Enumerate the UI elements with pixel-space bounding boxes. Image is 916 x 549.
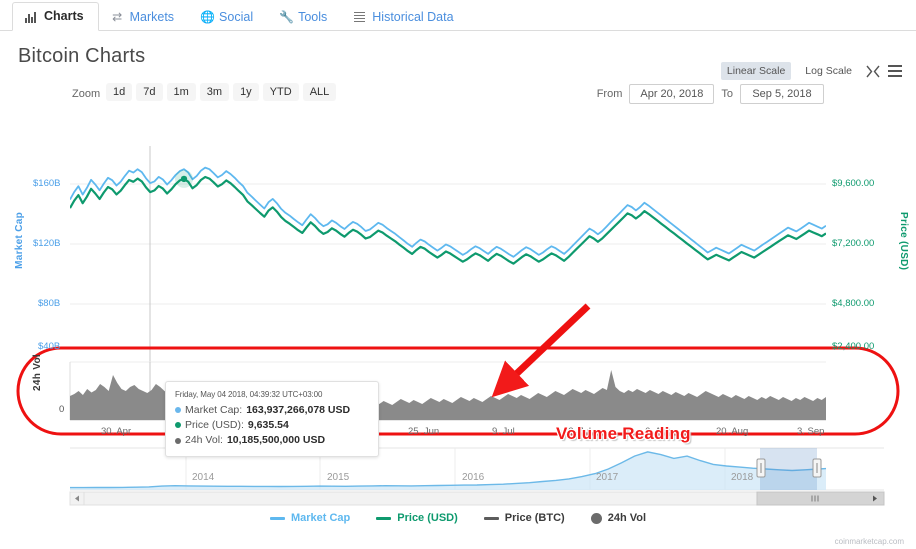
navigator-year-2018: 2018 <box>731 472 754 483</box>
bar-chart-icon <box>25 10 38 23</box>
legend-item-price-btc[interactable]: Price (BTC) <box>483 512 565 524</box>
to-date-input[interactable]: Sep 5, 2018 <box>740 84 824 104</box>
exchange-arrows-icon: ⇄ <box>112 9 123 24</box>
right-axis-tick-7200: $7,200.00 <box>832 238 875 249</box>
scrollbar-thumb <box>756 491 885 506</box>
document-lines-icon <box>353 11 366 24</box>
navigator-scrollbar <box>69 491 885 506</box>
log-scale-button[interactable]: Log Scale <box>799 62 858 80</box>
zoom-button-1d[interactable]: 1d <box>106 83 133 101</box>
tooltip-row-market-cap: Market Cap: 163,937,266,078 USD <box>175 403 369 418</box>
left-axis-tick-40b: $40B <box>38 341 61 352</box>
x-tick-0: 30. Apr <box>101 426 132 437</box>
watermark: coinmarketcap.com <box>834 537 904 546</box>
chart-tooltip: Friday, May 04 2018, 04:39:32 UTC+03:00 … <box>165 381 379 458</box>
legend-label-24h-vol: 24h Vol <box>607 512 647 524</box>
legend-line-icon-price-usd <box>376 516 392 520</box>
legend-line-icon-price-btc <box>483 516 499 520</box>
zoom-button-all[interactable]: ALL <box>302 83 337 101</box>
tooltip-market-cap-label: Market Cap: <box>185 403 243 416</box>
legend-label-market-cap: Market Cap <box>290 512 351 524</box>
hamburger-menu-icon[interactable] <box>888 64 902 78</box>
legend-line-icon-market-cap <box>269 516 285 520</box>
right-axis-tick-9600: $9,600.00 <box>832 178 875 189</box>
tab-charts[interactable]: Charts <box>12 2 99 31</box>
x-tick-9: 3. Sep <box>797 426 825 437</box>
tab-tools-label: Tools <box>298 10 328 24</box>
zoom-button-1y[interactable]: 1y <box>233 83 259 101</box>
legend-label-price-usd: Price (USD) <box>397 512 458 524</box>
volume-axis-tick-zero: 0 <box>59 404 65 415</box>
tab-markets-label: Markets <box>129 10 175 24</box>
chart-legend: Market Cap Price (USD) Price (BTC) 24h V… <box>0 512 916 524</box>
from-date-input[interactable]: Apr 20, 2018 <box>629 84 715 104</box>
tooltip-price-value: 9,635.54 <box>247 418 289 431</box>
legend-circle-icon-24h-vol <box>590 512 602 524</box>
volume-axis-title: 24h Vol <box>32 354 43 391</box>
date-range-inputs: From Apr 20, 2018 To Sep 5, 2018 <box>597 84 824 104</box>
tab-historical-data[interactable]: Historical Data <box>341 4 467 31</box>
legend-label-price-btc: Price (BTC) <box>504 512 565 524</box>
main-tab-bar: Charts ⇄ Markets 🌐 Social 🔧 Tools Histor… <box>0 0 916 31</box>
globe-icon: 🌐 <box>200 9 215 24</box>
chart-area[interactable]: Market Cap Price (USD) 24h Vol $160B $12… <box>0 136 916 521</box>
zoom-button-1m[interactable]: 1m <box>166 83 196 101</box>
left-axis-tick-120b: $120B <box>33 238 61 249</box>
left-axis-tick-160b: $160B <box>33 178 61 189</box>
zoom-button-3m[interactable]: 3m <box>199 83 230 101</box>
zoom-button-ytd[interactable]: YTD <box>262 83 299 101</box>
right-axis-tick-4800: $4,800.00 <box>832 298 875 309</box>
tooltip-market-cap-value: 163,937,266,078 USD <box>246 403 351 416</box>
tooltip-volume-label: 24h Vol: <box>185 434 223 447</box>
fullscreen-icon[interactable] <box>866 65 880 78</box>
tooltip-row-price-usd: Price (USD): 9,635.54 <box>175 418 369 433</box>
hover-point <box>180 175 188 183</box>
market-cap-dot-icon <box>175 407 181 414</box>
legend-item-price-usd[interactable]: Price (USD) <box>376 512 458 524</box>
tab-social-label: Social <box>219 10 254 24</box>
right-axis-tick-2400: $2,400.00 <box>832 341 875 352</box>
tab-markets[interactable]: ⇄ Markets <box>99 4 188 31</box>
navigator-year-2017: 2017 <box>596 472 619 483</box>
linear-scale-button[interactable]: Linear Scale <box>720 62 792 80</box>
volume-dot-icon <box>175 437 181 444</box>
range-selector-row: Zoom 1d 7d 1m 3m 1y YTD ALL From Apr 20,… <box>0 81 916 111</box>
tooltip-timestamp: Friday, May 04 2018, 04:39:32 UTC+03:00 <box>175 390 323 399</box>
legend-item-market-cap[interactable]: Market Cap <box>269 512 351 524</box>
price-usd-dot-icon <box>175 422 181 429</box>
chart-canvas[interactable] <box>0 136 916 521</box>
x-tick-5: 9. Jul <box>492 426 515 437</box>
red-annotation-arrow <box>491 303 591 398</box>
tooltip-volume-value: 10,185,500,000 USD <box>226 434 326 447</box>
zoom-button-7d[interactable]: 7d <box>136 83 163 101</box>
price-series-group <box>70 166 826 265</box>
navigator-year-2016: 2016 <box>462 472 485 483</box>
tab-tools[interactable]: 🔧 Tools <box>267 4 341 31</box>
tab-charts-label: Charts <box>44 9 84 23</box>
navigator-year-2014: 2014 <box>192 472 215 483</box>
navigator-year-2015: 2015 <box>327 472 350 483</box>
tooltip-row-volume: 24h Vol: 10,185,500,000 USD <box>175 433 369 448</box>
zoom-label: Zoom <box>72 88 101 100</box>
main-gridlines <box>70 183 826 348</box>
left-axis-tick-80b: $80B <box>38 298 61 309</box>
tab-historical-data-label: Historical Data <box>372 10 454 24</box>
x-tick-4: 25. Jun <box>408 426 440 437</box>
legend-item-24h-vol[interactable]: 24h Vol <box>590 512 647 524</box>
left-axis-title: Market Cap <box>14 212 25 269</box>
right-axis-title: Price (USD) <box>898 212 909 271</box>
from-label: From <box>596 88 623 100</box>
zoom-buttons: 1d 7d 1m 3m 1y YTD ALL <box>106 83 337 101</box>
chart-controls: Linear Scale Log Scale <box>720 62 902 80</box>
to-label: To <box>721 88 733 100</box>
wrench-icon: 🔧 <box>279 9 295 24</box>
x-tick-8: 20. Aug <box>716 426 749 437</box>
annotation-label: Volume Reading <box>556 424 691 443</box>
tab-social[interactable]: 🌐 Social <box>188 4 267 31</box>
tooltip-price-label: Price (USD): <box>185 418 244 431</box>
navigator-selected-range <box>760 448 817 490</box>
